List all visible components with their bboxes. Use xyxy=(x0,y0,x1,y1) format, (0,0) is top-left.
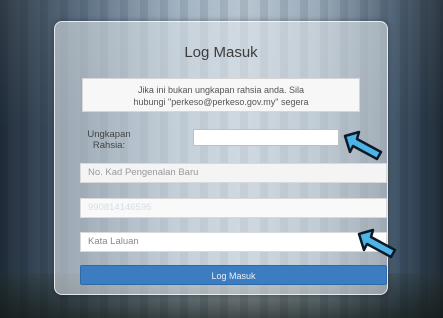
passphrase-field xyxy=(193,129,339,146)
ic-number-value-field[interactable]: 990814146595 xyxy=(80,198,387,218)
passphrase-label-line-1: Ungkapan xyxy=(87,129,131,140)
password-input[interactable]: Kata Laluan xyxy=(80,232,387,252)
page-title: Log Masuk xyxy=(184,44,258,61)
passphrase-notice: Jika ini bukan ungkapan rahsia anda. Sil… xyxy=(82,78,360,112)
ic-number-input[interactable]: No. Kad Pengenalan Baru xyxy=(80,163,387,183)
notice-line-2: hubungi "perkeso@perkeso.gov.my" segera xyxy=(133,97,309,107)
annotation-arrow-icon xyxy=(343,130,383,161)
passphrase-label: Ungkapan Rahsia: xyxy=(79,129,139,151)
login-panel: Log Masuk Jika ini bukan ungkapan rahsia… xyxy=(54,21,388,295)
passphrase-label-line-2: Rahsia: xyxy=(92,140,126,151)
notice-line-1: Jika ini bukan ungkapan rahsia anda. Sil… xyxy=(137,85,305,95)
annotation-arrow-icon xyxy=(357,228,397,259)
login-button[interactable]: Log Masuk xyxy=(80,265,387,285)
